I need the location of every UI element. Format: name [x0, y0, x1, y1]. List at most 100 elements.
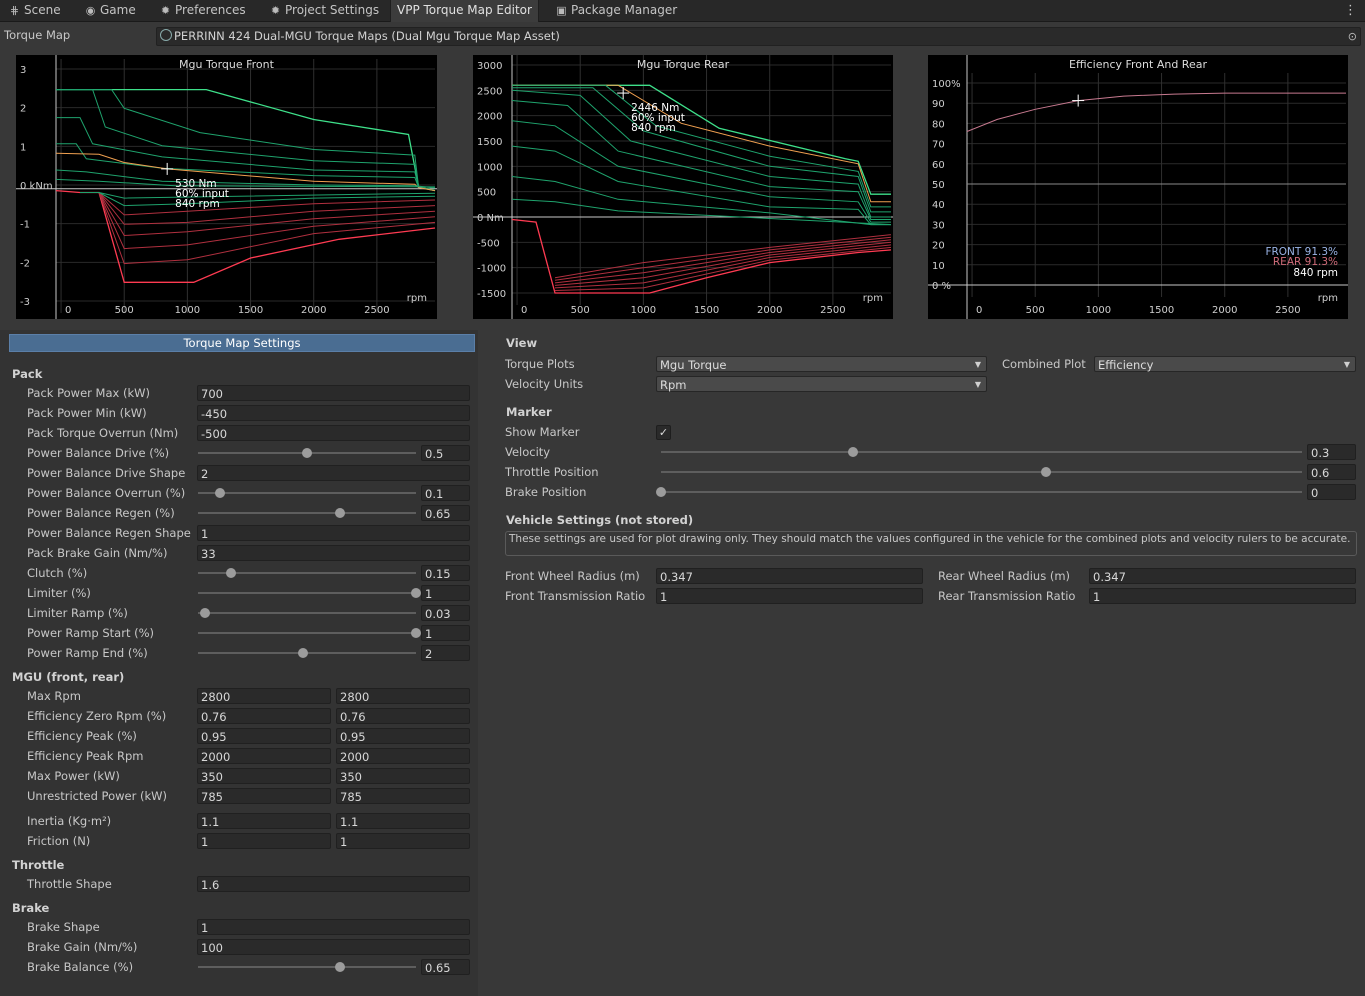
velocity-slider-thumb[interactable] [848, 447, 859, 457]
clutch-field[interactable]: 0.15 [421, 565, 470, 581]
power-ramp-end-slider-thumb[interactable] [297, 648, 308, 658]
power-ramp-start-slider-track[interactable] [198, 632, 416, 634]
x-tick-label: 2500 [1275, 305, 1300, 316]
limiter-ramp-slider-track[interactable] [198, 612, 416, 614]
brake-gain-nm-field[interactable]: 100 [197, 939, 470, 955]
torque-plots-dropdown[interactable]: Mgu Torque ▼ [656, 356, 987, 372]
inertia-kg-m-front-field[interactable]: 1.1 [197, 813, 331, 829]
efficiency-peak-rpm-rear-field[interactable]: 2000 [336, 748, 470, 764]
brake-position-label: Brake Position [505, 485, 587, 499]
pack-power-max-kw-field[interactable]: 700 [197, 385, 470, 401]
brake-balance-field[interactable]: 0.65 [421, 959, 470, 975]
asset-icon [160, 29, 172, 41]
power-balance-drive-slider-thumb[interactable] [302, 448, 312, 458]
brake-gain-nm-label: Brake Gain (Nm/%) [27, 940, 138, 954]
x-tick-label: 500 [115, 305, 134, 316]
max-rpm-rear-field[interactable]: 2800 [336, 688, 470, 704]
y-tick-label: 1 [20, 142, 26, 153]
vehicle-settings-title: Vehicle Settings (not stored) [506, 513, 694, 527]
front-wheel-radius-label: Front Wheel Radius (m) [505, 569, 640, 583]
y-tick-label: 60 [932, 160, 945, 171]
clutch-slider-thumb[interactable] [225, 568, 236, 578]
tab-vpp-torque-map-editor[interactable]: VPP Torque Map Editor [390, 0, 539, 22]
inertia-kg-m-rear-field[interactable]: 1.1 [336, 813, 470, 829]
brake-position-slider-thumb[interactable] [656, 487, 666, 497]
efficiency-peak-rpm-label: Efficiency Peak Rpm [27, 749, 144, 763]
limiter-field[interactable]: 1 [421, 585, 470, 601]
friction-n-front-field[interactable]: 1 [197, 833, 331, 849]
tab-game[interactable]: ◉ Game [78, 0, 142, 21]
x-tick-label: 0 [521, 305, 527, 316]
efficiency-zero-rpm-rear-field[interactable]: 0.76 [336, 708, 470, 724]
throttle-position-label: Throttle Position [505, 465, 599, 479]
power-balance-regen-shape-field[interactable]: 1 [197, 525, 470, 541]
power-balance-regen-slider-thumb[interactable] [334, 508, 345, 518]
max-rpm-front-field[interactable]: 2800 [197, 688, 331, 704]
brake-position-slider-track[interactable] [661, 491, 1302, 493]
rear-transmission-ratio-field[interactable]: 1 [1089, 588, 1356, 604]
velocity-slider-track[interactable] [661, 451, 1302, 453]
limiter-ramp-field[interactable]: 0.03 [421, 605, 470, 621]
brake-position-field[interactable]: 0 [1307, 484, 1356, 500]
pack-power-min-kw-field[interactable]: -450 [197, 405, 470, 421]
y-tick-label: 10 [932, 261, 945, 272]
power-balance-regen-slider-track[interactable] [198, 512, 416, 514]
torque-map-settings-header[interactable]: Torque Map Settings [9, 334, 475, 352]
velocity-field[interactable]: 0.3 [1307, 444, 1356, 460]
y-tick-label: -1 [20, 220, 30, 231]
pack-power-max-kw-label: Pack Power Max (kW) [27, 386, 150, 400]
object-picker-icon[interactable]: ⊙ [1348, 28, 1357, 45]
velocity-units-label: Velocity Units [505, 377, 584, 391]
torque-plots-value: Mgu Torque [660, 358, 727, 372]
combined-plot-dropdown[interactable]: Efficiency ▼ [1094, 356, 1356, 372]
efficiency-peak-rear-field[interactable]: 0.95 [336, 728, 470, 744]
tab-scene[interactable]: ⋕ Scene [2, 0, 67, 21]
front-wheel-radius-field[interactable]: 0.347 [656, 568, 923, 584]
tab-preferences[interactable]: ✹ Preferences [153, 0, 252, 21]
brake-balance-slider-track[interactable] [198, 966, 416, 968]
power-balance-overrun-field[interactable]: 0.1 [421, 485, 470, 501]
tab-project-settings[interactable]: ✹ Project Settings [263, 0, 385, 21]
velocity-units-dropdown[interactable]: Rpm ▼ [656, 376, 987, 392]
power-ramp-start-slider-thumb[interactable] [411, 628, 421, 638]
throttle-position-slider-thumb[interactable] [1040, 467, 1051, 477]
limiter-slider-track[interactable] [198, 592, 416, 594]
y-tick-label: 2000 [477, 112, 502, 123]
throttle-position-field[interactable]: 0.6 [1307, 464, 1356, 480]
torque-map-object-field[interactable]: PERRINN 424 Dual-MGU Torque Maps (Dual M… [156, 27, 1361, 46]
tab-package-manager[interactable]: ▣ Package Manager [549, 0, 683, 21]
power-balance-overrun-slider-track[interactable] [198, 492, 416, 494]
pack-torque-overrun-nm-field[interactable]: -500 [197, 425, 470, 441]
y-tick-label: 70 [932, 140, 945, 151]
limiter-slider-thumb[interactable] [411, 588, 421, 598]
efficiency-peak-front-field[interactable]: 0.95 [197, 728, 331, 744]
efficiency-zero-rpm-front-field[interactable]: 0.76 [197, 708, 331, 724]
y-tick-label: 1500 [477, 137, 502, 148]
marker-section-title: Marker [506, 405, 552, 419]
limiter-ramp-slider-thumb[interactable] [199, 608, 210, 618]
throttle-position-slider-track[interactable] [661, 471, 1302, 473]
rear-wheel-radius-field[interactable]: 0.347 [1089, 568, 1356, 584]
brake-balance-slider-thumb[interactable] [334, 962, 345, 972]
power-balance-overrun-slider-thumb[interactable] [214, 488, 225, 498]
front-transmission-ratio-field[interactable]: 1 [656, 588, 923, 604]
brake-balance-label: Brake Balance (%) [27, 960, 134, 974]
more-options-icon[interactable]: ⋮ [1344, 0, 1357, 21]
friction-n-rear-field[interactable]: 1 [336, 833, 470, 849]
power-balance-drive-field[interactable]: 0.5 [421, 445, 470, 461]
power-balance-regen-field[interactable]: 0.65 [421, 505, 470, 521]
x-axis-label: rpm [863, 293, 883, 304]
power-balance-drive-shape-field[interactable]: 2 [197, 465, 470, 481]
max-power-kw-front-field[interactable]: 350 [197, 768, 331, 784]
efficiency-peak-rpm-front-field[interactable]: 2000 [197, 748, 331, 764]
max-power-kw-rear-field[interactable]: 350 [336, 768, 470, 784]
throttle-shape-field[interactable]: 1.6 [197, 876, 470, 892]
unrestricted-power-kw-rear-field[interactable]: 785 [336, 788, 470, 804]
unrestricted-power-kw-front-field[interactable]: 785 [197, 788, 331, 804]
rear-transmission-ratio-label: Rear Transmission Ratio [938, 589, 1076, 603]
brake-shape-field[interactable]: 1 [197, 919, 470, 935]
pack-brake-gain-nm-field[interactable]: 33 [197, 545, 470, 561]
show-marker-checkbox[interactable]: ✓ [656, 425, 671, 440]
power-ramp-end-field[interactable]: 2 [421, 645, 470, 661]
power-ramp-start-field[interactable]: 1 [421, 625, 470, 641]
